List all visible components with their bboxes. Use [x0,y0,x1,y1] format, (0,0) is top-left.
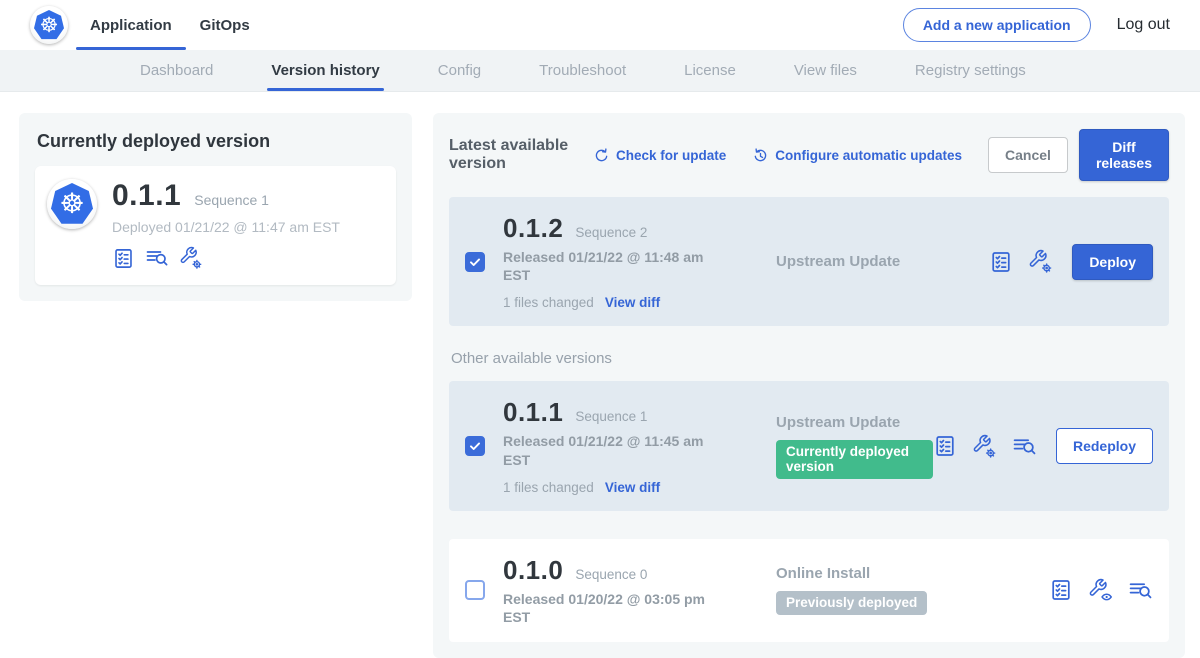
edit-config-icon[interactable] [1028,249,1053,274]
latest-version-title: Latest available version [449,137,573,173]
current-sequence-label: Sequence 1 [194,192,269,208]
sequence-label: Sequence 2 [575,225,647,240]
logout-link[interactable]: Log out [1117,16,1170,34]
sequence-label: Sequence 0 [575,567,647,582]
currently-deployed-panel: Currently deployed version ☸ 0.1.1 Seque… [19,113,412,301]
app-sub-nav: Dashboard Version history Config Trouble… [0,50,1200,92]
view-diff-link[interactable]: View diff [605,480,660,495]
sequence-label: Sequence 1 [575,409,647,424]
version-source: Upstream Update Currently deployed versi… [728,414,933,479]
version-checkbox[interactable] [465,252,485,272]
files-changed-label: 1 files changed [503,480,594,495]
version-source: Online Install Previously deployed [728,565,1049,615]
latest-version-header: Latest available version Check for updat… [449,129,1169,181]
top-tabs: Application GitOps [76,0,264,50]
preflight-checklist-icon[interactable] [933,434,957,458]
source-label: Upstream Update [776,414,933,431]
tab-license[interactable]: License [684,50,736,91]
deploy-logs-icon[interactable] [1012,434,1037,459]
main-content: Currently deployed version ☸ 0.1.1 Seque… [0,92,1200,658]
released-timestamp: Released 01/21/22 @ 11:45 am EST [503,432,725,468]
redeploy-button[interactable]: Redeploy [1056,428,1153,464]
version-row: 0.1.2 Sequence 2 Released 01/21/22 @ 11:… [449,197,1169,326]
deploy-logs-icon[interactable] [145,246,169,270]
currently-deployed-badge: Currently deployed version [776,440,933,479]
current-version-actions [112,246,340,270]
current-deployed-timestamp: Deployed 01/21/22 @ 11:47 am EST [112,219,340,235]
tab-application[interactable]: Application [76,0,186,50]
previously-deployed-badge: Previously deployed [776,591,927,615]
checkbox-check-icon [468,255,482,269]
version-info: 0.1.1 Sequence 1 Released 01/21/22 @ 11:… [503,397,728,494]
preflight-checklist-icon[interactable] [989,250,1013,274]
tab-troubleshoot[interactable]: Troubleshoot [539,50,626,91]
cancel-button[interactable]: Cancel [988,137,1068,173]
preflight-checklist-icon[interactable] [112,247,135,270]
top-right-actions: Add a new application Log out [903,8,1170,42]
released-timestamp: Released 01/20/22 @ 03:05 pm EST [503,590,725,626]
version-actions [1049,578,1153,603]
released-timestamp: Released 01/21/22 @ 11:48 am EST [503,248,725,284]
version-actions: Deploy [989,244,1153,280]
version-number: 0.1.1 [503,397,563,428]
files-changed-label: 1 files changed [503,295,594,310]
app-logo-icon: ☸ [47,179,97,229]
source-label: Upstream Update [776,253,989,270]
version-source: Upstream Update [728,253,989,270]
tab-config[interactable]: Config [438,50,481,91]
current-version-info: 0.1.1 Sequence 1 Deployed 01/21/22 @ 11:… [112,179,340,270]
tab-view-files[interactable]: View files [794,50,857,91]
version-info: 0.1.2 Sequence 2 Released 01/21/22 @ 11:… [503,213,728,310]
version-number: 0.1.2 [503,213,563,244]
version-row: 0.1.1 Sequence 1 Released 01/21/22 @ 11:… [449,381,1169,510]
auto-update-icon [752,147,769,164]
configure-updates-link[interactable]: Configure automatic updates [752,147,962,164]
version-history-panel: Latest available version Check for updat… [433,113,1185,658]
deploy-button[interactable]: Deploy [1072,244,1153,280]
add-application-button[interactable]: Add a new application [903,8,1091,42]
checkbox-check-icon [468,439,482,453]
version-actions: Redeploy [933,428,1153,464]
source-label: Online Install [776,565,1049,582]
tab-version-history[interactable]: Version history [271,50,379,91]
kubernetes-logo-icon: ☸ [30,6,68,44]
top-nav: ☸ Application GitOps Add a new applicati… [0,0,1200,50]
edit-config-icon[interactable] [972,434,997,459]
version-info: 0.1.0 Sequence 0 Released 01/20/22 @ 03:… [503,555,728,626]
tab-dashboard[interactable]: Dashboard [140,50,213,91]
deploy-logs-icon[interactable] [1128,578,1153,603]
header-buttons: Cancel Diff releases [988,129,1169,181]
view-config-icon[interactable] [1088,578,1113,603]
check-for-update-link[interactable]: Check for update [593,147,726,164]
check-update-icon [593,147,610,164]
current-version-number: 0.1.1 [112,179,181,213]
currently-deployed-card: ☸ 0.1.1 Sequence 1 Deployed 01/21/22 @ 1… [35,166,396,285]
helm-wheel-glyph: ☸ [40,15,59,36]
view-diff-link[interactable]: View diff [605,295,660,310]
version-row: 0.1.0 Sequence 0 Released 01/20/22 @ 03:… [449,539,1169,642]
tab-gitops[interactable]: GitOps [186,0,264,50]
version-checkbox[interactable] [465,580,485,600]
version-number: 0.1.0 [503,555,563,586]
edit-config-icon[interactable] [179,246,203,270]
other-versions-title: Other available versions [451,350,1169,367]
currently-deployed-title: Currently deployed version [37,131,396,152]
tab-registry-settings[interactable]: Registry settings [915,50,1026,91]
version-checkbox[interactable] [465,436,485,456]
preflight-checklist-icon[interactable] [1049,578,1073,602]
diff-releases-button[interactable]: Diff releases [1079,129,1169,181]
